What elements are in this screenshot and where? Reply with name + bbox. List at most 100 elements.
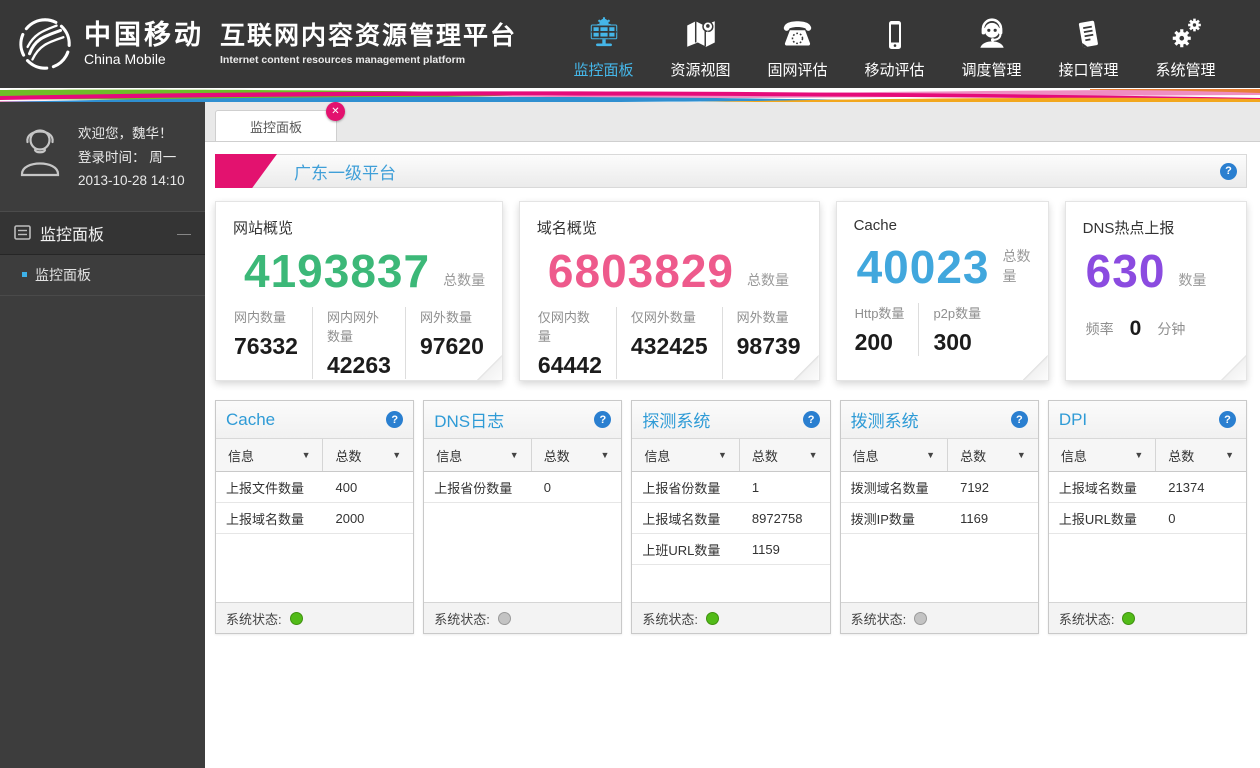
tab-monitor-panel[interactable]: 监控面板 ✕ <box>215 110 337 141</box>
nav-item-dispatch-mgmt[interactable]: 调度管理 <box>943 8 1040 80</box>
panel-title: DNS日志 <box>434 407 504 432</box>
card-big-label: 总数量 <box>443 270 485 294</box>
chevron-down-icon[interactable]: ▼ <box>392 450 401 460</box>
user-block: 欢迎您，魏华！ 登录时间： 周一 2013-10-28 14:10 <box>0 102 205 211</box>
panel-title: Cache <box>226 410 275 430</box>
stat-cards-row: 网站概览 4193837 总数量 网内数量 76332 网内网外数量 42263 <box>215 201 1247 381</box>
card-substat: 仅网内数量 64442 <box>524 307 616 379</box>
stat-card-domain-overview: 域名概览 6803829 总数量 仅网内数量 64442 仅网外数量 43242… <box>519 201 820 381</box>
nav-label-mobile-eval: 移动评估 <box>846 59 943 80</box>
column-header-total[interactable]: 总数 ▼ <box>322 439 413 471</box>
submenu-label: 监控面板 <box>35 265 91 285</box>
nav-item-fixed-network-eval[interactable]: 固网评估 <box>749 8 846 80</box>
mobile-icon <box>846 8 943 52</box>
brand-name-en: China Mobile <box>84 52 204 67</box>
panel-help-icon[interactable]: ? <box>1219 411 1236 428</box>
column-header-info[interactable]: 信息 ▼ <box>1049 439 1155 471</box>
chevron-down-icon[interactable]: ▼ <box>718 450 727 460</box>
card-big-value: 630 <box>1086 250 1166 294</box>
card-substat: 网外数量 97620 <box>405 307 498 379</box>
collapse-minus-icon[interactable]: — <box>177 225 191 241</box>
brand-ribbon <box>0 88 1260 102</box>
card-big-label: 数量 <box>1178 270 1206 294</box>
nav-label-fixed-network-eval: 固网评估 <box>749 59 846 80</box>
chevron-down-icon[interactable]: ▼ <box>302 450 311 460</box>
panel-dial-test-system: 拨测系统 ? 信息 ▼ 总数 ▼ 拨测域名数量 <box>840 400 1039 634</box>
chevron-down-icon[interactable]: ▼ <box>1225 450 1234 460</box>
table-row: 上班URL数量 1159 <box>632 534 829 565</box>
stat-card-dns-hotspot: DNS热点上报 630 数量 频率 0 分钟 <box>1065 201 1247 381</box>
nav-item-system-mgmt[interactable]: 系统管理 <box>1137 8 1234 80</box>
status-dot <box>290 612 303 625</box>
document-icon <box>1040 8 1137 52</box>
main-area: 监控面板 ✕ 广东一级平台 ? 网站概览 4193837 总数量 <box>205 102 1260 768</box>
panel-help-icon[interactable]: ? <box>386 411 403 428</box>
panel-cache: Cache ? 信息 ▼ 总数 ▼ 上报文件数量 <box>215 400 414 634</box>
headset-icon <box>943 8 1040 52</box>
stat-card-website-overview: 网站概览 4193837 总数量 网内数量 76332 网内网外数量 42263 <box>215 201 503 381</box>
column-header-info[interactable]: 信息 ▼ <box>632 439 738 471</box>
sidebar-menu-header-monitor-panel[interactable]: 监控面板 — <box>0 211 205 255</box>
platform-title-cn: 互联网内容资源管理平台 <box>220 22 517 51</box>
section-header: 广东一级平台 ? <box>215 154 1247 188</box>
status-dot <box>706 612 719 625</box>
chevron-down-icon[interactable]: ▼ <box>1134 450 1143 460</box>
chevron-down-icon[interactable]: ▼ <box>600 450 609 460</box>
panel-status: 系统状态: <box>1049 602 1246 633</box>
card-title: Cache <box>837 217 1048 234</box>
column-header-total[interactable]: 总数 ▼ <box>531 439 622 471</box>
login-datetime: 2013-10-28 14:10 <box>78 169 185 193</box>
column-header-total[interactable]: 总数 ▼ <box>1155 439 1246 471</box>
card-title: 域名概览 <box>520 217 819 238</box>
nav-item-mobile-eval[interactable]: 移动评估 <box>846 8 943 80</box>
nav-label-monitor-panel: 监控面板 <box>555 59 652 80</box>
brand: 中国移动 China Mobile 互联网内容资源管理平台 Internet c… <box>0 15 517 73</box>
panel-title: DPI <box>1059 410 1087 430</box>
status-dot <box>498 612 511 625</box>
card-substat: 网外数量 98739 <box>722 307 815 379</box>
card-substat: Http数量 200 <box>841 303 919 356</box>
card-title: 网站概览 <box>216 217 502 238</box>
panel-status: 系统状态: <box>216 602 413 633</box>
nav-label-system-mgmt: 系统管理 <box>1137 59 1234 80</box>
column-header-total[interactable]: 总数 ▼ <box>947 439 1038 471</box>
nav-item-interface-mgmt[interactable]: 接口管理 <box>1040 8 1137 80</box>
card-big-label: 总数量 <box>747 270 789 294</box>
panel-title: 拨测系统 <box>851 407 919 432</box>
table-row: 上报省份数量 0 <box>424 472 621 503</box>
section-help-icon[interactable]: ? <box>1220 163 1237 180</box>
menu-header-label: 监控面板 <box>40 221 104 245</box>
column-header-info[interactable]: 信息 ▼ <box>216 439 322 471</box>
panel-help-icon[interactable]: ? <box>1011 411 1028 428</box>
panel-status: 系统状态: <box>424 602 621 633</box>
table-row: 上报域名数量 2000 <box>216 503 413 534</box>
chevron-down-icon[interactable]: ▼ <box>510 450 519 460</box>
chevron-down-icon[interactable]: ▼ <box>1017 450 1026 460</box>
panel-status: 系统状态: <box>841 602 1038 633</box>
sidebar-item-monitor-panel[interactable]: 监控面板 <box>0 255 205 296</box>
section-flag <box>215 154 277 188</box>
chevron-down-icon[interactable]: ▼ <box>809 450 818 460</box>
card-title: DNS热点上报 <box>1066 217 1246 238</box>
tab-strip: 监控面板 ✕ <box>205 102 1260 142</box>
status-dot <box>1122 612 1135 625</box>
card-substat: 网内网外数量 42263 <box>312 307 405 379</box>
nav-item-monitor-panel[interactable]: 监控面板 <box>555 8 652 80</box>
card-big-value: 40023 <box>857 246 990 290</box>
tab-label: 监控面板 <box>250 117 302 136</box>
china-mobile-logo-icon <box>16 15 74 73</box>
gears-icon <box>1137 8 1234 52</box>
nav-item-resource-view[interactable]: 资源视图 <box>652 8 749 80</box>
tab-close-icon[interactable]: ✕ <box>326 102 345 121</box>
panel-dns-log: DNS日志 ? 信息 ▼ 总数 ▼ 上报省份数量 <box>423 400 622 634</box>
column-header-info[interactable]: 信息 ▼ <box>424 439 530 471</box>
app-header: 中国移动 China Mobile 互联网内容资源管理平台 Internet c… <box>0 0 1260 88</box>
chevron-down-icon[interactable]: ▼ <box>926 450 935 460</box>
nav-label-resource-view: 资源视图 <box>652 59 749 80</box>
column-header-info[interactable]: 信息 ▼ <box>841 439 947 471</box>
user-info: 欢迎您，魏华！ 登录时间： 周一 2013-10-28 14:10 <box>78 122 185 193</box>
panel-help-icon[interactable]: ? <box>594 411 611 428</box>
table-row: 上报域名数量 8972758 <box>632 503 829 534</box>
panel-help-icon[interactable]: ? <box>803 411 820 428</box>
column-header-total[interactable]: 总数 ▼ <box>739 439 830 471</box>
